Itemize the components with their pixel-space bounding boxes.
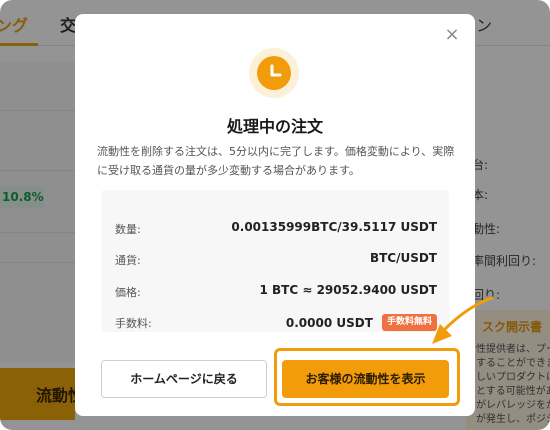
back-to-home-button[interactable]: ホームページに戻る — [101, 360, 267, 398]
detail-row-currency: 通貨: BTC/USDT — [115, 249, 437, 269]
clock-icon-halo — [249, 48, 299, 98]
clock-icon — [257, 56, 291, 90]
price-value: 1 BTC ≈ 29052.9400 USDT — [259, 283, 438, 297]
detail-row-fee: 手数料: 0.0000 USDT 手数料無料 — [115, 312, 437, 332]
detail-row-quantity: 数量: 0.00135999BTC/39.5117 USDT — [115, 218, 437, 238]
fee-free-badge: 手数料無料 — [381, 314, 437, 331]
detail-row-price: 価格: 1 BTC ≈ 29052.9400 USDT — [115, 281, 437, 301]
quantity-label: 数量: — [115, 223, 141, 236]
close-icon[interactable]: × — [443, 26, 461, 44]
dialog-description: 流動性を削除する注文は、5分以内に完了します。価格変動により、実際に受け取る通貨… — [97, 145, 455, 177]
currency-label: 通貨: — [115, 254, 141, 267]
currency-value: BTC/USDT — [369, 251, 437, 265]
highlight-frame — [274, 348, 460, 406]
price-label: 価格: — [115, 286, 141, 299]
fee-value: 0.0000 USDT — [285, 315, 373, 330]
fee-label: 手数料: — [115, 317, 152, 330]
dialog-title: 処理中の注文 — [226, 117, 323, 136]
order-details: 数量: 0.00135999BTC/39.5117 USDT 通貨: BTC/U… — [101, 190, 449, 332]
fee-value-group: 0.0000 USDT 手数料無料 — [286, 312, 437, 332]
quantity-value: 0.00135999BTC/39.5117 USDT — [231, 220, 437, 234]
